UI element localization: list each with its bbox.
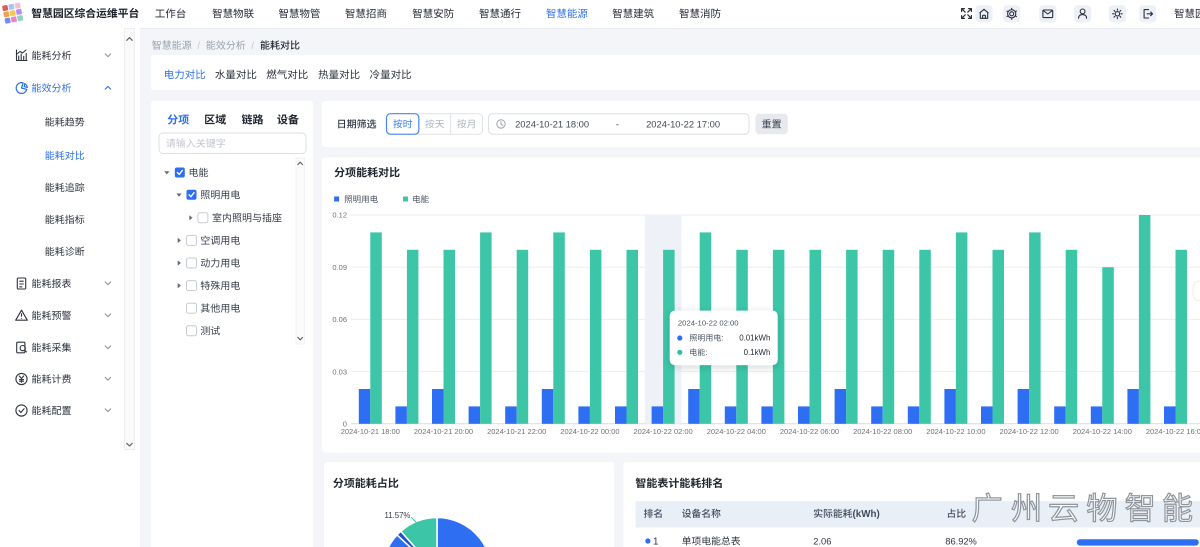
svg-text:0.06: 0.06 — [332, 315, 347, 324]
svg-text:2024-10-21 18:00: 2024-10-21 18:00 — [515, 118, 589, 129]
svg-text:/: / — [197, 41, 200, 52]
svg-text::: : — [705, 348, 707, 357]
svg-text:2024-10-22 12:00: 2024-10-22 12:00 — [1000, 427, 1059, 436]
svg-text:2024-10-22 08:00: 2024-10-22 08:00 — [853, 427, 912, 436]
svg-text::: : — [721, 334, 723, 343]
svg-text:/: / — [251, 41, 254, 52]
svg-text:2024-10-22 10:00: 2024-10-22 10:00 — [926, 427, 985, 436]
svg-text:(kWh): (kWh) — [853, 509, 880, 520]
svg-text:2024-10-22 16:00: 2024-10-22 16:00 — [1146, 427, 1200, 436]
svg-text:86.92%: 86.92% — [945, 536, 977, 546]
svg-text:-: - — [616, 118, 619, 129]
svg-text:2024-10-21 20:00: 2024-10-21 20:00 — [414, 427, 473, 436]
svg-text:2024-10-22 17:00: 2024-10-22 17:00 — [646, 118, 720, 129]
svg-text:2024-10-22 02:00: 2024-10-22 02:00 — [678, 319, 739, 328]
svg-text:0.01kWh: 0.01kWh — [739, 334, 770, 343]
svg-text:0.03: 0.03 — [332, 367, 347, 376]
svg-text:2024-10-22 04:00: 2024-10-22 04:00 — [707, 427, 766, 436]
svg-text:2024-10-22 02:00: 2024-10-22 02:00 — [634, 427, 693, 436]
svg-text:1: 1 — [653, 537, 658, 547]
svg-text:2024-10-22 00:00: 2024-10-22 00:00 — [560, 427, 619, 436]
svg-text:2024-10-21 18:00: 2024-10-21 18:00 — [341, 427, 400, 436]
svg-text:2024-10-22 06:00: 2024-10-22 06:00 — [780, 427, 839, 436]
svg-text:2024-10-22 14:00: 2024-10-22 14:00 — [1073, 427, 1132, 436]
svg-text:2.06: 2.06 — [813, 536, 831, 546]
svg-text:11.57%: 11.57% — [385, 511, 411, 520]
svg-text:0.1kWh: 0.1kWh — [744, 348, 771, 357]
svg-text:0.09: 0.09 — [332, 263, 347, 272]
svg-text:0.12: 0.12 — [332, 211, 347, 220]
svg-text:2024-10-21 22:00: 2024-10-21 22:00 — [487, 427, 546, 436]
